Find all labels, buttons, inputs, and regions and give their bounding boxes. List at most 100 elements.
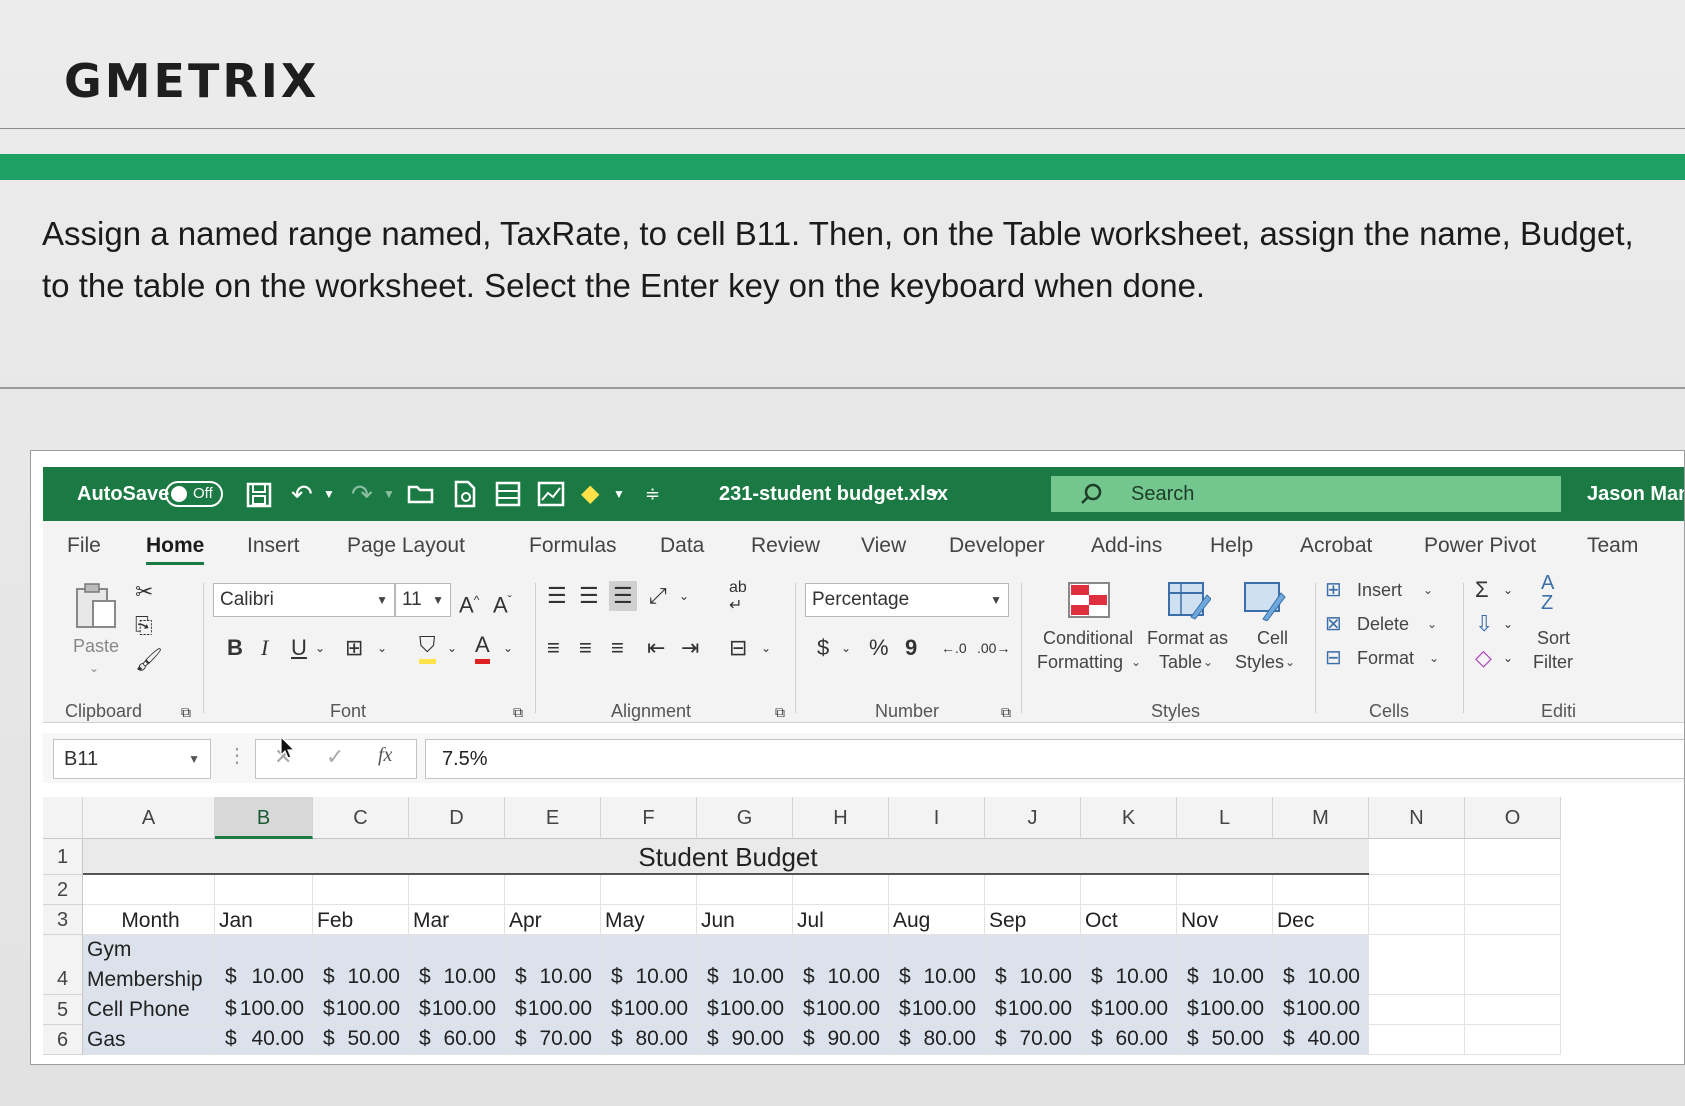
customize-toolbar-icon[interactable]: ≑ xyxy=(645,467,660,521)
table-header-cell[interactable]: Dec xyxy=(1273,905,1369,935)
number-format-select[interactable]: Percentage ▼ xyxy=(805,583,1009,617)
row-header-1[interactable]: 1 xyxy=(43,839,83,875)
merge-center-icon[interactable]: ⊟ xyxy=(729,633,747,663)
font-color-icon[interactable]: A xyxy=(475,631,490,664)
table-cell[interactable]: $80.00 xyxy=(889,1025,985,1055)
decrease-decimal-icon[interactable]: .00→ xyxy=(977,633,1010,663)
cell-styles-label-1[interactable]: Cell xyxy=(1257,627,1288,649)
chevron-down-icon[interactable]: ⌄ xyxy=(1423,579,1433,601)
table-cell[interactable]: $100.00 xyxy=(505,995,601,1025)
align-left-icon[interactable]: ≡ xyxy=(547,633,560,663)
table-cell[interactable]: $100.00 xyxy=(601,995,697,1025)
format-as-table-icon[interactable] xyxy=(1167,581,1211,621)
format-as-table-label-1[interactable]: Format as xyxy=(1147,627,1228,649)
row-header-4[interactable]: 4 xyxy=(43,935,83,995)
table-cell[interactable]: $60.00 xyxy=(1081,1025,1177,1055)
autosum-dropdown-icon[interactable]: ⌄ xyxy=(1503,575,1513,605)
insert-cells-icon[interactable]: ⊞ xyxy=(1325,575,1342,605)
redo-icon[interactable]: ↷ xyxy=(351,467,373,521)
fill-color-dropdown-icon[interactable]: ▼ xyxy=(613,467,625,521)
orientation-icon[interactable]: ⤢ xyxy=(649,581,667,611)
column-header-a[interactable]: A xyxy=(83,797,215,839)
table-cell[interactable]: $100.00 xyxy=(1081,995,1177,1025)
empty-cell[interactable] xyxy=(697,875,793,905)
align-right-icon[interactable]: ≡ xyxy=(611,633,624,663)
percent-button[interactable]: % xyxy=(869,633,889,663)
alignment-launcher-icon[interactable]: ⧉ xyxy=(775,697,785,727)
table-header-cell[interactable]: Oct xyxy=(1081,905,1177,935)
tab-add-ins[interactable]: Add-ins xyxy=(1091,521,1162,571)
form-icon[interactable] xyxy=(495,481,521,507)
save-icon[interactable] xyxy=(246,482,272,508)
font-size-select[interactable]: 11 ▼ xyxy=(395,583,451,617)
table-cell[interactable]: $90.00 xyxy=(793,1025,889,1055)
conditional-formatting-icon[interactable] xyxy=(1067,581,1111,619)
bold-button[interactable]: B xyxy=(227,633,243,663)
column-header-l[interactable]: L xyxy=(1177,797,1273,839)
empty-cell[interactable] xyxy=(601,875,697,905)
table-cell[interactable]: $40.00 xyxy=(1273,1025,1369,1055)
empty-cell[interactable] xyxy=(1465,905,1561,935)
table-cell[interactable]: $10.00 xyxy=(1273,935,1369,995)
row-header-6[interactable]: 6 xyxy=(43,1025,83,1055)
row-label[interactable]: Cell Phone xyxy=(83,995,215,1025)
fill-dropdown-icon[interactable]: ⌄ xyxy=(1503,609,1513,639)
table-cell[interactable]: $100.00 xyxy=(889,995,985,1025)
empty-cell[interactable] xyxy=(215,875,313,905)
table-header-cell[interactable]: May xyxy=(601,905,697,935)
table-cell[interactable]: $100.00 xyxy=(985,995,1081,1025)
tab-developer[interactable]: Developer xyxy=(949,521,1045,571)
table-header-cell[interactable]: Feb xyxy=(313,905,409,935)
file-name-dropdown-icon[interactable]: ▼ xyxy=(929,467,941,521)
sort-filter-label-2[interactable]: Filter xyxy=(1533,651,1573,673)
highlight-color-icon[interactable]: ⛉ xyxy=(419,631,436,664)
table-cell[interactable]: $100.00 xyxy=(793,995,889,1025)
tab-help[interactable]: Help xyxy=(1210,521,1253,571)
tab-page-layout[interactable]: Page Layout xyxy=(347,521,465,571)
chevron-down-icon[interactable]: ⌄ xyxy=(1131,651,1141,673)
format-cells-label[interactable]: Format xyxy=(1357,647,1414,669)
empty-cell[interactable] xyxy=(409,875,505,905)
table-header-cell[interactable]: Sep xyxy=(985,905,1081,935)
select-all-corner[interactable] xyxy=(43,797,83,839)
open-folder-icon[interactable] xyxy=(407,483,435,505)
chevron-down-icon[interactable]: ⌄ xyxy=(1285,651,1295,673)
empty-cell[interactable] xyxy=(1465,839,1561,875)
column-header-f[interactable]: F xyxy=(601,797,697,839)
table-cell[interactable]: $40.00 xyxy=(215,1025,313,1055)
undo-icon[interactable]: ↶ xyxy=(291,467,313,521)
column-header-n[interactable]: N xyxy=(1369,797,1465,839)
tab-data[interactable]: Data xyxy=(660,521,704,571)
chart-icon[interactable] xyxy=(537,481,565,507)
paste-label[interactable]: Paste xyxy=(73,635,119,657)
clipboard-launcher-icon[interactable]: ⧉ xyxy=(181,697,191,727)
row-header-3[interactable]: 3 xyxy=(43,905,83,935)
empty-cell[interactable] xyxy=(1369,935,1465,995)
table-cell[interactable]: $50.00 xyxy=(313,1025,409,1055)
column-header-j[interactable]: J xyxy=(985,797,1081,839)
tab-review[interactable]: Review xyxy=(751,521,820,571)
column-header-d[interactable]: D xyxy=(409,797,505,839)
table-header-cell[interactable]: Nov xyxy=(1177,905,1273,935)
tab-view[interactable]: View xyxy=(861,521,906,571)
insert-cells-label[interactable]: Insert xyxy=(1357,579,1402,601)
column-header-m[interactable]: M xyxy=(1273,797,1369,839)
format-cells-icon[interactable]: ⊟ xyxy=(1325,643,1342,673)
align-bottom-icon[interactable]: ☰ xyxy=(609,581,637,611)
empty-cell[interactable] xyxy=(1369,1025,1465,1055)
delete-cells-label[interactable]: Delete xyxy=(1357,613,1409,635)
table-cell[interactable]: $10.00 xyxy=(409,935,505,995)
empty-cell[interactable] xyxy=(1465,995,1561,1025)
empty-cell[interactable] xyxy=(1369,839,1465,875)
empty-cell[interactable] xyxy=(505,875,601,905)
autosum-icon[interactable]: Σ xyxy=(1475,575,1489,605)
row-label[interactable]: Gym Membership xyxy=(83,935,215,995)
fill-icon[interactable]: ⇩ xyxy=(1475,609,1493,639)
table-cell[interactable]: $80.00 xyxy=(601,1025,697,1055)
name-box[interactable]: B11 ▼ xyxy=(53,739,211,779)
column-header-e[interactable]: E xyxy=(505,797,601,839)
table-cell[interactable]: $100.00 xyxy=(1177,995,1273,1025)
table-cell[interactable]: $90.00 xyxy=(697,1025,793,1055)
undo-dropdown-icon[interactable]: ▼ xyxy=(323,467,335,521)
table-header-cell[interactable]: Jun xyxy=(697,905,793,935)
